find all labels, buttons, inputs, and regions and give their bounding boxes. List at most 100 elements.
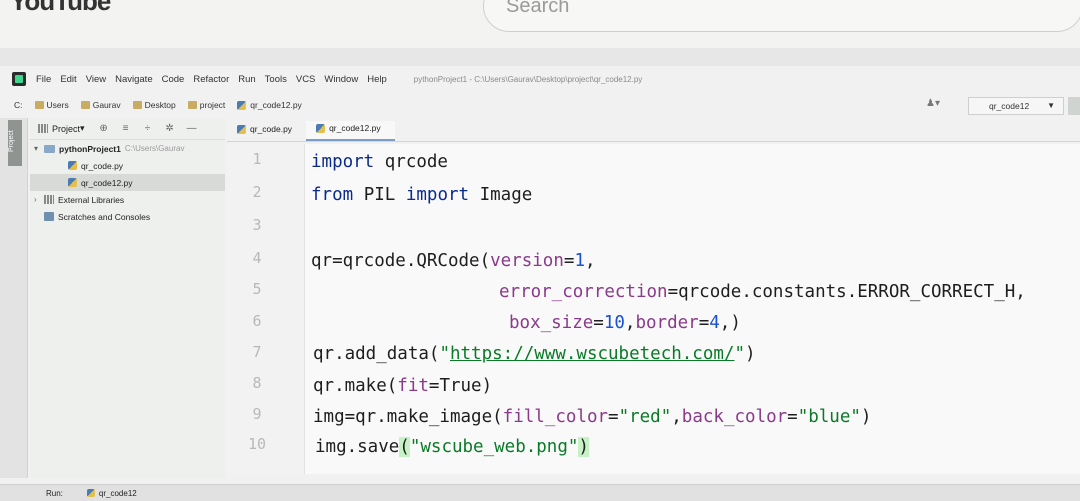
- menu-file[interactable]: File: [36, 74, 51, 85]
- menu-tools[interactable]: Tools: [265, 74, 287, 85]
- line-number-gutter: 1 2 3 4 5 6 7 8 9 10: [227, 144, 305, 474]
- breadcrumb-project[interactable]: project: [187, 100, 225, 110]
- project-view-icon: [38, 124, 48, 133]
- hide-icon[interactable]: —: [187, 123, 197, 134]
- bracket-highlight: ): [578, 437, 589, 457]
- project-tool-tab[interactable]: Project: [8, 120, 22, 166]
- code-text: ): [860, 407, 872, 427]
- expand-icon[interactable]: ÷: [143, 123, 153, 134]
- youtube-logo[interactable]: YouTube: [10, 0, 111, 17]
- code-text: qr.add_data(: [313, 344, 440, 364]
- code-text: qr=qrcode.QRCode(: [311, 251, 491, 271]
- locate-icon[interactable]: ⊕: [99, 123, 109, 134]
- python-file-icon: [68, 161, 77, 170]
- python-file-icon: [237, 100, 247, 110]
- line-number: 3: [252, 216, 262, 234]
- project-panel: Project ▾ ⊕ ≡ ÷ ✲ — ▾ pythonProject1 C:\…: [30, 118, 225, 478]
- keyword: import: [311, 152, 375, 172]
- code-text: ,: [584, 251, 596, 271]
- user-icon[interactable]: ♟▾: [926, 98, 940, 109]
- python-file-icon: [237, 124, 246, 134]
- menu-help[interactable]: Help: [367, 74, 387, 85]
- line-number: 8: [252, 374, 262, 392]
- tree-item-label: External Libraries: [58, 194, 125, 205]
- tree-item-external-libraries[interactable]: › External Libraries: [30, 191, 225, 208]
- code-text: =: [787, 407, 798, 427]
- code-text: =True): [428, 376, 493, 396]
- code-line-10: img.save("wscube_web.png"): [315, 437, 589, 457]
- keyword: from: [311, 185, 354, 205]
- run-button[interactable]: [1068, 97, 1080, 115]
- folder-icon: [132, 101, 142, 109]
- line-number: 9: [252, 405, 262, 423]
- parameter: fill_color: [502, 407, 609, 427]
- breadcrumb-users[interactable]: Users: [34, 100, 69, 110]
- menu-navigate[interactable]: Navigate: [115, 74, 153, 85]
- url-link[interactable]: https://www.wscubetech.com/: [450, 344, 734, 364]
- menu-refactor[interactable]: Refactor: [193, 74, 229, 85]
- collapse-all-icon[interactable]: ≡: [121, 123, 131, 134]
- string: "wscube_web.png": [409, 437, 579, 457]
- folder-icon: [187, 101, 197, 109]
- string: "blue": [797, 407, 861, 427]
- breadcrumb-gaurav[interactable]: Gaurav: [80, 100, 121, 110]
- search-placeholder: Search: [506, 0, 570, 17]
- chevron-down-icon: ▾: [80, 123, 85, 133]
- python-file-icon: [316, 123, 326, 133]
- line-number: 6: [252, 312, 262, 330]
- code-text: =: [593, 313, 604, 333]
- breadcrumb-label: Desktop: [144, 100, 176, 110]
- menu-edit[interactable]: Edit: [60, 74, 76, 85]
- code-text: ): [745, 344, 756, 364]
- tree-item-label: Scratches and Consoles: [58, 211, 151, 222]
- python-file-icon: [68, 178, 77, 187]
- tree-item-qr-code[interactable]: qr_code.py: [30, 157, 225, 174]
- code-text: PIL: [353, 185, 406, 205]
- code-line-4: qr=qrcode.QRCode(version=1,: [311, 251, 596, 271]
- window-title: pythonProject1 - C:\Users\Gaurav\Desktop…: [413, 74, 643, 84]
- tab-qr-code12[interactable]: qr_code12.py: [306, 121, 395, 141]
- code-text: qrcode: [374, 152, 448, 172]
- menu-run[interactable]: Run: [238, 74, 255, 85]
- tree-item-project-root[interactable]: ▾ pythonProject1 C:\Users\Gaurav: [30, 140, 225, 157]
- code-line-6: box_size=10,border=4,): [509, 313, 741, 333]
- project-panel-title[interactable]: Project ▾: [38, 123, 85, 134]
- string: ": [734, 344, 746, 364]
- scratches-icon: [44, 212, 54, 221]
- gear-icon[interactable]: ✲: [165, 123, 175, 134]
- code-editor[interactable]: 1 2 3 4 5 6 7 8 9 10 import qrcode from …: [227, 144, 1080, 474]
- menu-view[interactable]: View: [86, 74, 106, 85]
- project-panel-toolbar: Project ▾ ⊕ ≡ ÷ ✲ —: [30, 118, 225, 140]
- menu-code[interactable]: Code: [162, 74, 185, 85]
- chevron-down-icon: ▼: [1047, 101, 1055, 110]
- parameter: back_color: [681, 407, 788, 427]
- breadcrumb-drive[interactable]: C:: [14, 100, 23, 110]
- run-tool-bar[interactable]: Run: qr_code12: [0, 484, 1080, 501]
- breadcrumb-label: Gaurav: [92, 100, 121, 110]
- folder-icon: [80, 101, 90, 109]
- menu-vcs[interactable]: VCS: [296, 74, 316, 85]
- run-config-select[interactable]: qr_code12 ▼: [968, 97, 1064, 115]
- chevron-down-icon: ▾: [34, 144, 39, 153]
- code-line-7: qr.add_data( "https://www.wscubetech.com/…: [313, 344, 756, 364]
- search-box[interactable]: Search: [483, 0, 1080, 32]
- keyword: import: [405, 185, 470, 205]
- code-text: =qrcode.constants.ERROR_CORRECT_H,: [667, 282, 1026, 302]
- breadcrumb-desktop[interactable]: Desktop: [132, 100, 176, 110]
- folder-icon: [34, 101, 44, 109]
- run-config-name: qr_code12: [98, 488, 137, 498]
- line-number: 10: [247, 435, 267, 453]
- tab-qr-code[interactable]: qr_code.py: [227, 121, 306, 141]
- tree-item-qr-code12[interactable]: qr_code12.py: [30, 174, 225, 191]
- code-line-1: import qrcode: [311, 152, 448, 172]
- tree-item-scratches[interactable]: Scratches and Consoles: [30, 208, 225, 225]
- number: 10: [603, 313, 625, 333]
- tree-item-label: qr_code12.py: [81, 177, 133, 188]
- code-text: ,: [671, 407, 682, 427]
- line-number: 4: [252, 249, 262, 267]
- chevron-right-icon: ›: [34, 195, 37, 204]
- breadcrumb-file[interactable]: qr_code12.py: [237, 100, 302, 110]
- run-config-label: qr_code12: [989, 101, 1030, 111]
- tree-item-label: qr_code.py: [81, 160, 124, 171]
- menu-window[interactable]: Window: [324, 74, 358, 85]
